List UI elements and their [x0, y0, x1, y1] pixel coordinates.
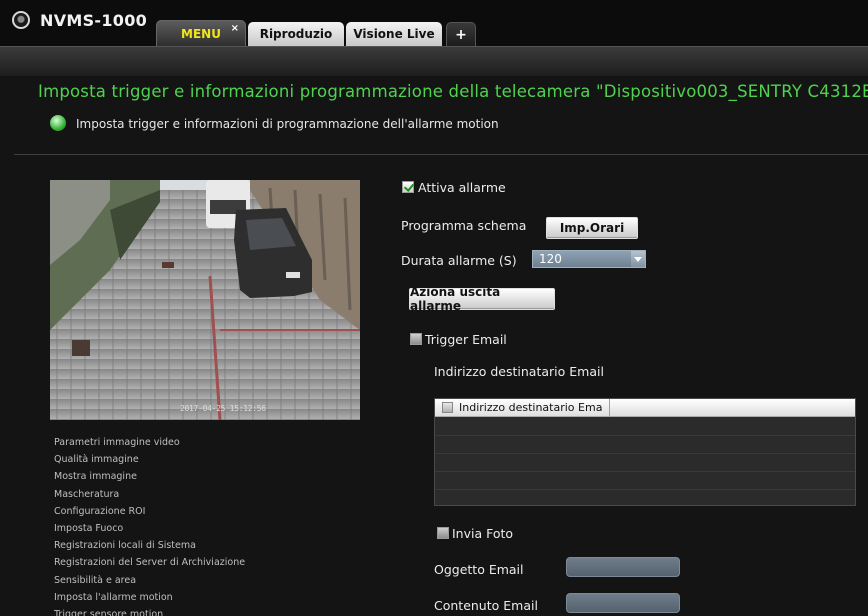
list-row-divider	[435, 453, 855, 454]
divider	[14, 154, 868, 155]
tab-menu-label: MENU	[181, 26, 221, 41]
side-menu-item[interactable]: Configurazione ROI	[54, 503, 245, 520]
column-separator	[609, 399, 610, 417]
side-menu-item[interactable]: Registrazioni del Server di Archiviazion…	[54, 554, 245, 571]
select-all-checkbox[interactable]	[442, 402, 453, 413]
enable-alarm-label: Attiva allarme	[418, 180, 506, 195]
tab-live-view[interactable]: Visione Live	[346, 22, 442, 46]
schedule-label: Programma schema	[401, 218, 527, 233]
list-row-divider	[435, 471, 855, 472]
app-title: NVMS-1000	[40, 11, 148, 30]
title-bar: NVMS-1000 MENU × Riproduzio Visione Live…	[0, 0, 868, 46]
trigger-email-label: Trigger Email	[425, 332, 507, 347]
side-menu-item[interactable]: Parametri immagine video	[54, 434, 245, 451]
page-title: Imposta trigger e informazioni programma…	[38, 82, 868, 101]
side-menu-item[interactable]: Sensibilità e area	[54, 572, 245, 589]
send-photo-checkbox[interactable]	[437, 527, 449, 539]
list-row-divider	[435, 489, 855, 490]
camera-eye-icon	[12, 11, 30, 29]
side-menu-item[interactable]: Imposta Fuoco	[54, 520, 245, 537]
email-content-label: Contenuto Email	[434, 598, 538, 613]
email-subject-field[interactable]	[566, 557, 680, 577]
alarm-output-button[interactable]: Aziona uscita allarme	[409, 285, 555, 313]
side-menu-item[interactable]: Imposta l'allarme motion	[54, 589, 245, 606]
side-menu-item[interactable]: Qualità immagine	[54, 451, 245, 468]
toolbar-strip	[0, 46, 868, 76]
side-menu-item[interactable]: Registrazioni locali di Sistema	[54, 537, 245, 554]
enable-alarm-checkbox[interactable]	[402, 181, 414, 193]
email-content-field[interactable]	[566, 593, 680, 613]
alarm-duration-select[interactable]: 120	[532, 250, 646, 268]
add-tab-button[interactable]: +	[446, 22, 476, 46]
close-icon[interactable]: ×	[231, 23, 239, 34]
page-subtitle: Imposta trigger e informazioni di progra…	[76, 117, 499, 131]
side-menu-item[interactable]: Mascheratura	[54, 486, 245, 503]
trigger-email-checkbox[interactable]	[410, 333, 422, 345]
camera-preview-image	[50, 180, 360, 420]
recipient-label: Indirizzo destinatario Email	[434, 364, 604, 379]
alarm-duration-value: 120	[539, 252, 562, 266]
schedule-button[interactable]: Imp.Orari	[546, 217, 638, 239]
side-menu-item[interactable]: Mostra immagine	[54, 468, 245, 485]
send-photo-label: Invia Foto	[452, 526, 514, 541]
side-menu-item[interactable]: Trigger sensore motion	[54, 606, 245, 616]
recipient-column-header: Indirizzo destinatario Ema	[459, 401, 603, 414]
email-subject-label: Oggetto Email	[434, 562, 524, 577]
recipient-list-header: Indirizzo destinatario Ema	[435, 399, 855, 417]
chevron-down-icon[interactable]	[631, 251, 645, 267]
tab-playback[interactable]: Riproduzio	[248, 22, 344, 46]
settings-side-menu: Parametri immagine video Qualità immagin…	[54, 434, 245, 616]
preview-timestamp: 2017-04-25 15:12:56	[180, 404, 266, 413]
alarm-duration-label: Durata allarme (S)	[401, 253, 517, 268]
tab-menu[interactable]: MENU ×	[156, 20, 246, 46]
list-row-divider	[435, 435, 855, 436]
info-bulb-icon	[50, 115, 66, 131]
recipient-email-list[interactable]: Indirizzo destinatario Ema	[434, 398, 856, 506]
camera-preview: 2017-04-25 15:12:56	[50, 180, 360, 420]
